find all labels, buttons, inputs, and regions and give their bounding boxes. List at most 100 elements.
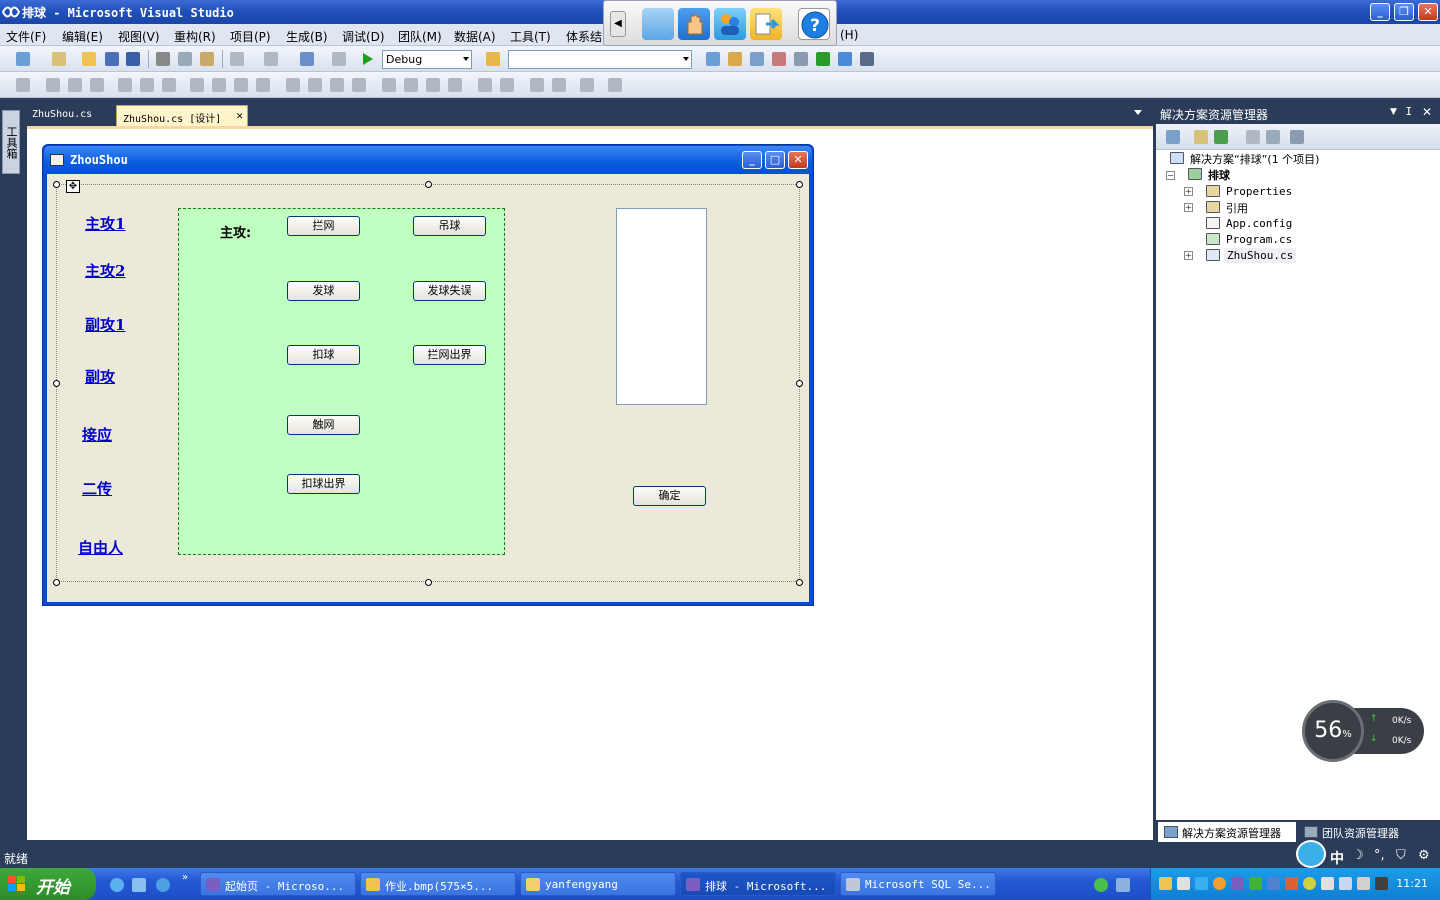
- solution-explorer-icon[interactable]: [706, 52, 720, 66]
- moon-icon[interactable]: ☽: [1352, 848, 1364, 863]
- tray-chat-icon[interactable]: [1321, 877, 1334, 890]
- object-browser-icon[interactable]: [750, 52, 764, 66]
- add-item-icon[interactable]: [52, 52, 66, 66]
- save-icon[interactable]: [105, 52, 119, 66]
- collapse-icon[interactable]: −: [1166, 171, 1175, 180]
- vertical-spacing-icon[interactable]: [382, 78, 396, 92]
- tab-list-dropdown-icon[interactable]: [1134, 110, 1142, 115]
- minimize-icon[interactable]: _: [1370, 3, 1390, 21]
- save-all-icon[interactable]: [126, 52, 140, 66]
- align-middles-icon[interactable]: [140, 78, 154, 92]
- shirt-icon[interactable]: ⛉: [1396, 848, 1406, 863]
- close-tab-icon[interactable]: ✕: [236, 109, 243, 122]
- menu-file[interactable]: 文件(F): [6, 28, 46, 45]
- center-vertically-icon[interactable]: [500, 78, 514, 92]
- tools-icon[interactable]: [794, 52, 808, 66]
- menu-project[interactable]: 项目(P): [230, 28, 271, 45]
- menu-refactor[interactable]: 重构(R): [174, 28, 216, 45]
- menu-tools[interactable]: 工具(T): [510, 28, 551, 45]
- center-horizontally-icon[interactable]: [478, 78, 492, 92]
- punctuation-icon[interactable]: °,: [1374, 848, 1385, 863]
- find-combo[interactable]: [508, 50, 692, 69]
- remove-vspacing-icon[interactable]: [448, 78, 462, 92]
- show-all-files-icon[interactable]: [1194, 130, 1208, 144]
- properties-icon[interactable]: [728, 52, 742, 66]
- close-icon[interactable]: ✕: [1418, 3, 1438, 21]
- menu-data[interactable]: 数据(A): [454, 28, 496, 45]
- resize-handle[interactable]: [53, 181, 60, 188]
- tray-device-icon[interactable]: [1339, 877, 1352, 890]
- remove-spacing-icon[interactable]: [352, 78, 366, 92]
- tab-zhushou-design[interactable]: ZhuShou.cs [设计] ✕: [116, 105, 248, 126]
- ime-mode[interactable]: 中: [1330, 848, 1344, 868]
- tree-references[interactable]: 引用: [1226, 200, 1248, 216]
- tree-program-cs[interactable]: Program.cs: [1226, 233, 1292, 246]
- lock-controls-icon[interactable]: [608, 78, 622, 92]
- ime-mascot-icon[interactable]: [1296, 840, 1326, 868]
- tab-team-explorer[interactable]: 团队资源管理器: [1298, 822, 1436, 842]
- menu-debug[interactable]: 调试(D): [342, 28, 385, 45]
- tab-order-icon[interactable]: [580, 78, 594, 92]
- menu-edit[interactable]: 编辑(E): [62, 28, 103, 45]
- tree-properties[interactable]: Properties: [1226, 185, 1292, 198]
- toolbox-tab[interactable]: 工具箱: [2, 110, 20, 174]
- align-centers-icon[interactable]: [68, 78, 82, 92]
- tray-update-icon[interactable]: [1249, 877, 1262, 890]
- new-project-icon[interactable]: [16, 52, 30, 66]
- tab-zhushou-code[interactable]: ZhuShou.cs: [26, 105, 98, 126]
- expand-icon[interactable]: +: [1184, 203, 1193, 212]
- decrease-vspacing-icon[interactable]: [426, 78, 440, 92]
- open-file-icon[interactable]: [82, 52, 96, 66]
- close-panel-icon[interactable]: ✕: [1422, 105, 1432, 119]
- toolbox-icon[interactable]: [772, 52, 786, 66]
- restore-icon[interactable]: ❐: [1394, 3, 1414, 21]
- class-view-icon[interactable]: [838, 52, 852, 66]
- make-same-height-icon[interactable]: [212, 78, 226, 92]
- resize-handle[interactable]: [425, 181, 432, 188]
- navigate-forward-icon[interactable]: [332, 52, 346, 66]
- task-paint[interactable]: 作业.bmp(575×5...: [360, 872, 516, 896]
- tree-project[interactable]: 排球: [1208, 167, 1230, 183]
- tray-app-icon[interactable]: [1159, 877, 1172, 890]
- make-same-width-icon[interactable]: [190, 78, 204, 92]
- menu-view[interactable]: 视图(V): [118, 28, 160, 45]
- align-bottoms-icon[interactable]: [162, 78, 176, 92]
- menu-help[interactable]: (H): [840, 28, 858, 42]
- resize-handle[interactable]: [425, 579, 432, 586]
- increase-vspacing-icon[interactable]: [404, 78, 418, 92]
- view-designer-icon[interactable]: [1266, 130, 1280, 144]
- expand-icon[interactable]: +: [1184, 187, 1193, 196]
- tray-monitor-icon[interactable]: [1375, 877, 1388, 890]
- command-window-icon[interactable]: [860, 52, 874, 66]
- ie-icon[interactable]: [110, 878, 124, 892]
- resize-handle[interactable]: [796, 579, 803, 586]
- tray-moon-icon[interactable]: [1303, 877, 1316, 890]
- start-debug-icon[interactable]: [362, 52, 374, 66]
- properties-icon[interactable]: [1166, 130, 1180, 144]
- export-icon[interactable]: [750, 8, 782, 40]
- send-to-back-icon[interactable]: [552, 78, 566, 92]
- contacts-icon[interactable]: [642, 8, 674, 40]
- settings-icon[interactable]: ⚙: [1418, 848, 1430, 863]
- security-icon[interactable]: [1094, 878, 1108, 892]
- make-same-size-icon[interactable]: [234, 78, 248, 92]
- refresh-icon[interactable]: [1214, 130, 1228, 144]
- clock[interactable]: 11:21: [1396, 877, 1428, 890]
- tree-zhushou-cs[interactable]: ZhuShou.cs: [1224, 248, 1297, 263]
- menu-build[interactable]: 生成(B): [286, 28, 328, 45]
- expand-icon[interactable]: +: [1184, 251, 1193, 260]
- resize-handle[interactable]: [53, 579, 60, 586]
- quick-launch-more-icon[interactable]: »: [182, 872, 188, 883]
- bring-to-front-icon[interactable]: [530, 78, 544, 92]
- start-page-icon[interactable]: [816, 52, 830, 66]
- users-icon[interactable]: [714, 8, 746, 40]
- task-start-page[interactable]: 起始页 - Microso...: [200, 872, 356, 896]
- form-close-icon[interactable]: ✕: [788, 151, 808, 169]
- resize-handle[interactable]: [796, 380, 803, 387]
- tray-vs-icon[interactable]: [1231, 877, 1244, 890]
- paste-icon[interactable]: [200, 52, 214, 66]
- align-to-grid-icon[interactable]: [16, 78, 30, 92]
- task-folder[interactable]: yanfengyang: [520, 872, 676, 896]
- resize-handle[interactable]: [796, 181, 803, 188]
- find-in-files-icon[interactable]: [486, 52, 500, 66]
